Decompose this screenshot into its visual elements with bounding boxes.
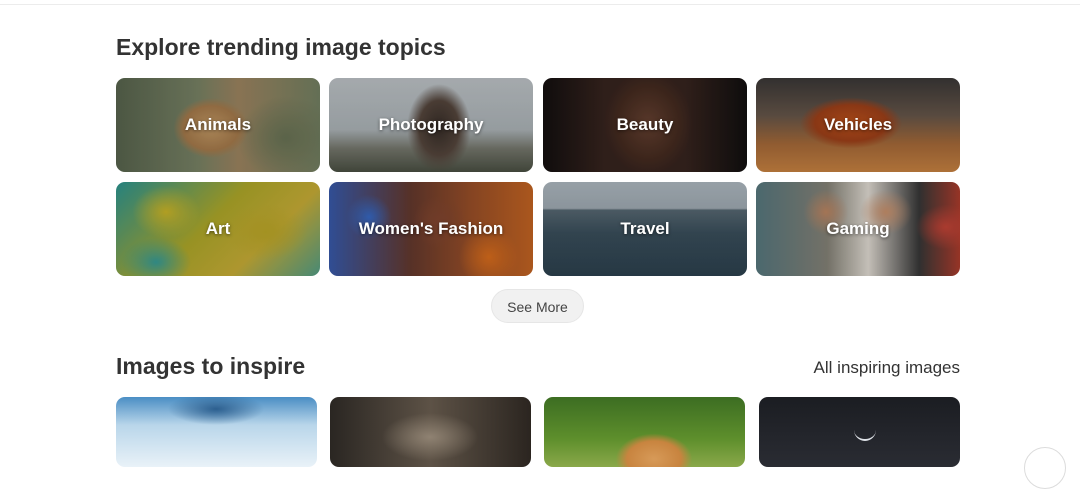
- topic-label: Beauty: [616, 115, 674, 134]
- topic-label: Women's Fashion: [358, 219, 504, 238]
- top-divider: [0, 0, 1080, 5]
- topic-label: Vehicles: [823, 115, 893, 134]
- inspire-image-sky[interactable]: [116, 397, 317, 467]
- inspire-section-title: Images to inspire: [116, 353, 306, 379]
- scroll-to-top-button[interactable]: [1024, 447, 1066, 489]
- moon-icon: [854, 425, 876, 441]
- see-more-button[interactable]: See More: [491, 289, 584, 323]
- trending-section-title: Explore trending image topics: [116, 34, 446, 60]
- all-inspiring-images-link[interactable]: All inspiring images: [814, 358, 960, 378]
- inspire-image-strip: [116, 397, 960, 467]
- topic-tile-vehicles[interactable]: Vehicles: [756, 78, 960, 172]
- topic-label: Gaming: [826, 219, 890, 238]
- topic-tile-beauty[interactable]: Beauty: [543, 78, 747, 172]
- topic-label: Animals: [184, 115, 252, 134]
- topic-grid: Animals Photography Beauty Vehicles Art …: [116, 78, 960, 276]
- topic-label: Photography: [378, 115, 484, 134]
- topic-tile-womens-fashion[interactable]: Women's Fashion: [329, 182, 533, 276]
- topic-tile-art[interactable]: Art: [116, 182, 320, 276]
- inspire-image-dog[interactable]: [544, 397, 745, 467]
- topic-tile-travel[interactable]: Travel: [543, 182, 747, 276]
- topic-label: Travel: [620, 219, 670, 238]
- topic-tile-photography[interactable]: Photography: [329, 78, 533, 172]
- topic-label: Art: [205, 219, 231, 238]
- inspire-image-portrait[interactable]: [330, 397, 531, 467]
- inspire-image-night-sky[interactable]: [759, 397, 960, 467]
- topic-tile-gaming[interactable]: Gaming: [756, 182, 960, 276]
- topic-tile-animals[interactable]: Animals: [116, 78, 320, 172]
